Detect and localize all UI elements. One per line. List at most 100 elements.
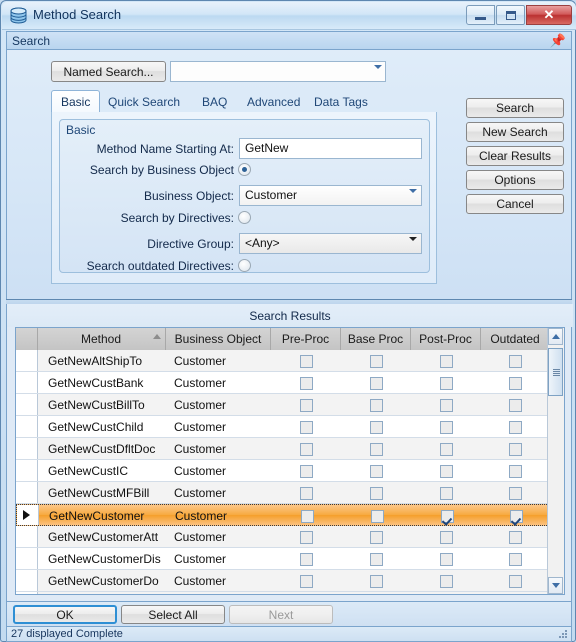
checkbox-unchecked-icon[interactable] xyxy=(299,354,313,368)
cell-post-proc[interactable] xyxy=(411,460,481,482)
checkbox-unchecked-icon[interactable] xyxy=(299,574,313,588)
checkbox-unchecked-icon[interactable] xyxy=(369,552,383,566)
column-header-method[interactable]: Method xyxy=(37,328,166,350)
checkbox-unchecked-icon[interactable] xyxy=(508,464,522,478)
tab-quick-search[interactable]: Quick Search xyxy=(99,92,189,112)
table-row[interactable]: GetNewCustomer Customer xyxy=(16,504,549,526)
results-grid[interactable]: Method Business Object Pre-Proc Base Pro… xyxy=(15,327,565,595)
tab-basic[interactable]: Basic xyxy=(51,90,101,112)
new-search-button[interactable]: New Search xyxy=(466,122,564,142)
cell-base-proc[interactable] xyxy=(342,505,412,527)
column-header-pre-proc[interactable]: Pre-Proc xyxy=(271,328,341,350)
column-header-outdated[interactable]: Outdated xyxy=(481,328,549,350)
cell-post-proc[interactable] xyxy=(412,505,482,527)
table-row[interactable]: GetNewCustomerDis Customer xyxy=(16,548,549,570)
cell-outdated[interactable] xyxy=(482,505,549,527)
checkbox-unchecked-icon[interactable] xyxy=(439,530,453,544)
checkbox-unchecked-icon[interactable] xyxy=(439,552,453,566)
cell-base-proc[interactable] xyxy=(341,438,411,460)
checkbox-unchecked-icon[interactable] xyxy=(299,530,313,544)
next-button[interactable]: Next xyxy=(229,605,333,624)
cell-outdated[interactable] xyxy=(481,438,549,460)
cell-base-proc[interactable] xyxy=(341,416,411,438)
cell-base-proc[interactable] xyxy=(341,526,411,548)
checkbox-unchecked-icon[interactable] xyxy=(508,486,522,500)
column-header-business-object[interactable]: Business Object xyxy=(166,328,271,350)
tab-advanced[interactable]: Advanced xyxy=(238,92,309,112)
row-selector[interactable] xyxy=(16,548,38,569)
resize-grip-icon[interactable] xyxy=(559,630,568,639)
checkbox-unchecked-icon[interactable] xyxy=(370,509,384,523)
row-selector[interactable] xyxy=(16,416,38,437)
cell-outdated[interactable] xyxy=(481,394,549,416)
cell-pre-proc[interactable] xyxy=(271,526,341,548)
cell-outdated[interactable] xyxy=(481,526,549,548)
checkbox-unchecked-icon[interactable] xyxy=(369,486,383,500)
checkbox-unchecked-icon[interactable] xyxy=(508,530,522,544)
checkbox-unchecked-icon[interactable] xyxy=(508,552,522,566)
cell-outdated[interactable] xyxy=(481,570,549,592)
table-row[interactable]: GetNewAltShipTo Customer xyxy=(16,350,549,372)
select-all-button[interactable]: Select All xyxy=(121,605,225,624)
checkbox-unchecked-icon[interactable] xyxy=(369,376,383,390)
named-search-combo[interactable] xyxy=(170,61,386,83)
cell-post-proc[interactable] xyxy=(411,526,481,548)
cell-pre-proc[interactable] xyxy=(271,438,341,460)
checkbox-unchecked-icon[interactable] xyxy=(439,376,453,390)
cell-post-proc[interactable] xyxy=(411,482,481,504)
table-row[interactable]: GetNewCustChild Customer xyxy=(16,416,549,438)
checkbox-unchecked-icon[interactable] xyxy=(508,354,522,368)
checkbox-unchecked-icon[interactable] xyxy=(369,420,383,434)
cell-base-proc[interactable] xyxy=(341,570,411,592)
cell-outdated[interactable] xyxy=(481,460,549,482)
cell-post-proc[interactable] xyxy=(411,570,481,592)
cell-outdated[interactable] xyxy=(481,482,549,504)
pin-icon[interactable]: 📌 xyxy=(550,34,566,47)
ok-button[interactable]: OK xyxy=(13,605,117,624)
checkbox-unchecked-icon[interactable] xyxy=(439,398,453,412)
table-row[interactable]: GetNewCustDfltDoc Customer xyxy=(16,438,549,460)
cell-base-proc[interactable] xyxy=(341,394,411,416)
cell-outdated[interactable] xyxy=(481,372,549,394)
checkbox-checked-icon[interactable] xyxy=(509,509,523,523)
close-button[interactable]: ✕ xyxy=(526,5,572,25)
clear-results-button[interactable]: Clear Results xyxy=(466,146,564,166)
cell-post-proc[interactable] xyxy=(411,350,481,372)
search-outdated-directives-radio[interactable] xyxy=(238,259,251,272)
directive-group-combo[interactable]: <Any> xyxy=(239,233,422,255)
checkbox-unchecked-icon[interactable] xyxy=(439,574,453,588)
row-selector[interactable] xyxy=(16,482,38,503)
business-object-combo[interactable]: Customer xyxy=(239,185,422,207)
table-row[interactable]: GetNewCustIC Customer xyxy=(16,460,549,482)
cell-pre-proc[interactable] xyxy=(271,416,341,438)
row-selector[interactable] xyxy=(16,526,38,547)
checkbox-unchecked-icon[interactable] xyxy=(508,376,522,390)
grid-vertical-scrollbar[interactable] xyxy=(547,328,564,594)
checkbox-unchecked-icon[interactable] xyxy=(369,398,383,412)
maximize-button[interactable] xyxy=(496,5,525,25)
cell-outdated[interactable] xyxy=(481,548,549,570)
column-header-post-proc[interactable]: Post-Proc xyxy=(411,328,481,350)
minimize-button[interactable] xyxy=(466,5,495,25)
checkbox-unchecked-icon[interactable] xyxy=(369,464,383,478)
search-by-directives-radio[interactable] xyxy=(238,211,251,224)
row-selector[interactable] xyxy=(16,350,38,371)
row-selector[interactable] xyxy=(16,394,38,415)
row-selector[interactable] xyxy=(16,570,38,591)
checkbox-unchecked-icon[interactable] xyxy=(439,354,453,368)
scroll-down-button[interactable] xyxy=(548,577,563,594)
cell-post-proc[interactable] xyxy=(411,416,481,438)
checkbox-unchecked-icon[interactable] xyxy=(369,530,383,544)
checkbox-unchecked-icon[interactable] xyxy=(299,398,313,412)
checkbox-unchecked-icon[interactable] xyxy=(299,442,313,456)
cell-outdated[interactable] xyxy=(481,350,549,372)
cell-pre-proc[interactable] xyxy=(271,372,341,394)
checkbox-unchecked-icon[interactable] xyxy=(439,486,453,500)
cell-pre-proc[interactable] xyxy=(271,460,341,482)
table-row[interactable] xyxy=(16,592,549,594)
cell-post-proc[interactable] xyxy=(411,438,481,460)
cell-base-proc[interactable] xyxy=(341,460,411,482)
table-row[interactable]: GetNewCustBank Customer xyxy=(16,372,549,394)
row-selector[interactable] xyxy=(16,372,38,393)
cell-base-proc[interactable] xyxy=(341,350,411,372)
